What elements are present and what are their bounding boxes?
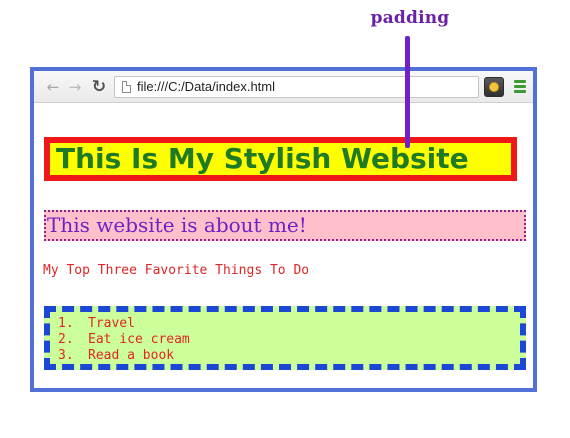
site-title: This Is My Stylish Website <box>44 137 517 181</box>
favorite-item: 2. Eat ice cream <box>58 332 520 348</box>
favorite-item-number: 1. <box>58 316 74 331</box>
favorite-item: 1. Travel <box>58 316 520 332</box>
favorites-list: 1. Travel 2. Eat ice cream 3. Read a book <box>44 306 526 370</box>
forward-arrow-icon: → <box>68 78 82 96</box>
favorites-heading: My Top Three Favorite Things To Do <box>43 263 310 278</box>
favorite-item: 3. Read a book <box>58 348 520 364</box>
favorite-item-text: Read a book <box>88 348 175 363</box>
forward-button[interactable]: → <box>66 79 84 95</box>
extension-button[interactable] <box>484 77 504 97</box>
reload-button[interactable]: ↻ <box>90 77 108 97</box>
browser-window: ← → ↻ file:///C:/Data/index.html This Is… <box>30 67 537 392</box>
padding-annotation-arrow <box>405 36 410 148</box>
back-arrow-icon: ← <box>46 78 60 96</box>
hamburger-icon-line <box>514 85 526 88</box>
favorite-item-number: 2. <box>58 332 74 347</box>
hamburger-icon-line <box>514 90 526 93</box>
site-subtitle: This website is about me! <box>44 210 526 241</box>
padding-annotation-label: padding <box>370 8 450 28</box>
browser-toolbar: ← → ↻ file:///C:/Data/index.html <box>34 71 533 103</box>
favorite-item-text: Eat ice cream <box>88 332 190 347</box>
address-text: file:///C:/Data/index.html <box>137 79 275 94</box>
browser-menu-button[interactable] <box>513 79 527 93</box>
back-button[interactable]: ← <box>44 79 62 95</box>
reload-icon: ↻ <box>91 77 107 97</box>
hamburger-icon <box>514 80 526 83</box>
address-bar[interactable]: file:///C:/Data/index.html <box>114 76 479 98</box>
favorite-item-text: Travel <box>88 316 135 331</box>
page-content: This Is My Stylish Website This website … <box>34 103 533 388</box>
page-icon <box>122 81 131 93</box>
extension-icon <box>489 82 499 92</box>
favorite-item-number: 3. <box>58 348 74 363</box>
